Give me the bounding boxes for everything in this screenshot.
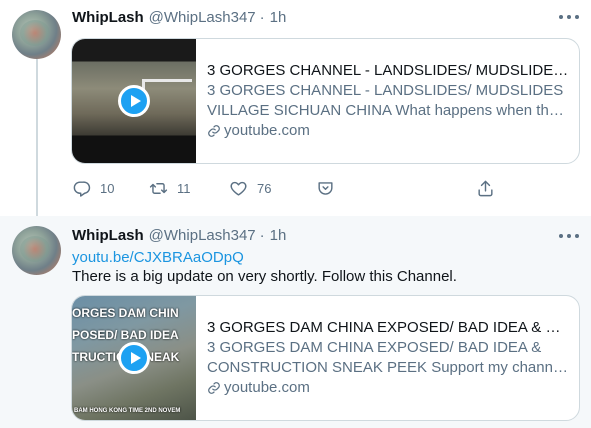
tweet-actions: 10 11 76 <box>72 179 512 201</box>
card-body: 3 GORGES CHANNEL - LANDSLIDES/ MUDSLIDES… <box>196 39 579 163</box>
card-title: 3 GORGES DAM CHINA EXPOSED/ BAD IDEA & C… <box>207 319 569 336</box>
reply-count: 10 <box>100 181 115 196</box>
tip-button[interactable] <box>316 179 335 198</box>
tweet-header: WhipLash @WhipLash347 · 1h <box>72 227 286 244</box>
timestamp[interactable]: 1h <box>270 227 287 244</box>
tweet-header: WhipLash @WhipLash347 · 1h <box>72 9 286 26</box>
card-domain: youtube.com <box>207 121 569 141</box>
link-icon <box>208 382 220 394</box>
card-title: 3 GORGES CHANNEL - LANDSLIDES/ MUDSLIDES… <box>207 62 569 79</box>
thumbnail-text-line: ORGES DAM CHIN <box>72 306 179 320</box>
tweet-text: There is a big update on very shortly. F… <box>72 268 457 285</box>
separator-dot: · <box>259 9 265 26</box>
card-domain-text: youtube.com <box>224 379 310 396</box>
video-thumbnail: ORGES DAM CHIN POSED/ BAD IDEA TRUCTION … <box>72 296 196 420</box>
more-horizontal-icon[interactable] <box>559 10 579 24</box>
link-card[interactable]: ORGES DAM CHIN POSED/ BAD IDEA TRUCTION … <box>71 295 580 421</box>
tweet-link[interactable]: youtu.be/CJXBRAaODpQ <box>72 248 244 268</box>
play-icon[interactable] <box>118 85 150 117</box>
thumbnail-caption: BAM HONG KONG TIME 2ND NOVEM <box>74 408 181 414</box>
card-domain: youtube.com <box>207 378 569 398</box>
card-domain-text: youtube.com <box>224 122 310 139</box>
retweet-count: 11 <box>177 181 191 196</box>
tweet[interactable]: WhipLash @WhipLash347 · 1h 3 GORGES CHAN… <box>0 0 591 219</box>
tweet[interactable]: WhipLash @WhipLash347 · 1h youtu.be/CJXB… <box>0 216 591 428</box>
author-name[interactable]: WhipLash <box>72 9 144 26</box>
avatar[interactable] <box>12 10 61 59</box>
more-horizontal-icon[interactable] <box>559 229 579 243</box>
reply-icon <box>73 181 91 197</box>
author-handle[interactable]: @WhipLash347 <box>149 227 256 244</box>
link-icon <box>208 125 220 137</box>
like-count: 76 <box>257 181 272 196</box>
heart-icon <box>230 181 247 196</box>
card-body: 3 GORGES DAM CHINA EXPOSED/ BAD IDEA & C… <box>196 296 579 420</box>
retweet-icon <box>149 183 168 194</box>
timestamp[interactable]: 1h <box>270 9 287 26</box>
card-description: 3 GORGES DAM CHINA EXPOSED/ BAD IDEA & C… <box>207 339 565 376</box>
tip-jar-icon <box>318 182 333 195</box>
author-name[interactable]: WhipLash <box>72 227 144 244</box>
avatar[interactable] <box>12 226 61 275</box>
share-button[interactable] <box>476 179 495 198</box>
card-description: 3 GORGES CHANNEL - LANDSLIDES/ MUDSLIDES… <box>207 82 564 119</box>
play-icon[interactable] <box>118 342 150 374</box>
reply-button[interactable]: 10 <box>72 179 114 198</box>
link-card[interactable]: 3 GORGES CHANNEL - LANDSLIDES/ MUDSLIDES… <box>71 38 580 164</box>
thread-connector-line <box>36 59 38 219</box>
share-icon <box>478 180 493 197</box>
like-button[interactable]: 76 <box>229 179 271 198</box>
video-thumbnail <box>72 39 196 163</box>
author-handle[interactable]: @WhipLash347 <box>149 9 256 26</box>
separator-dot: · <box>259 227 265 244</box>
retweet-button[interactable]: 11 <box>149 179 191 198</box>
